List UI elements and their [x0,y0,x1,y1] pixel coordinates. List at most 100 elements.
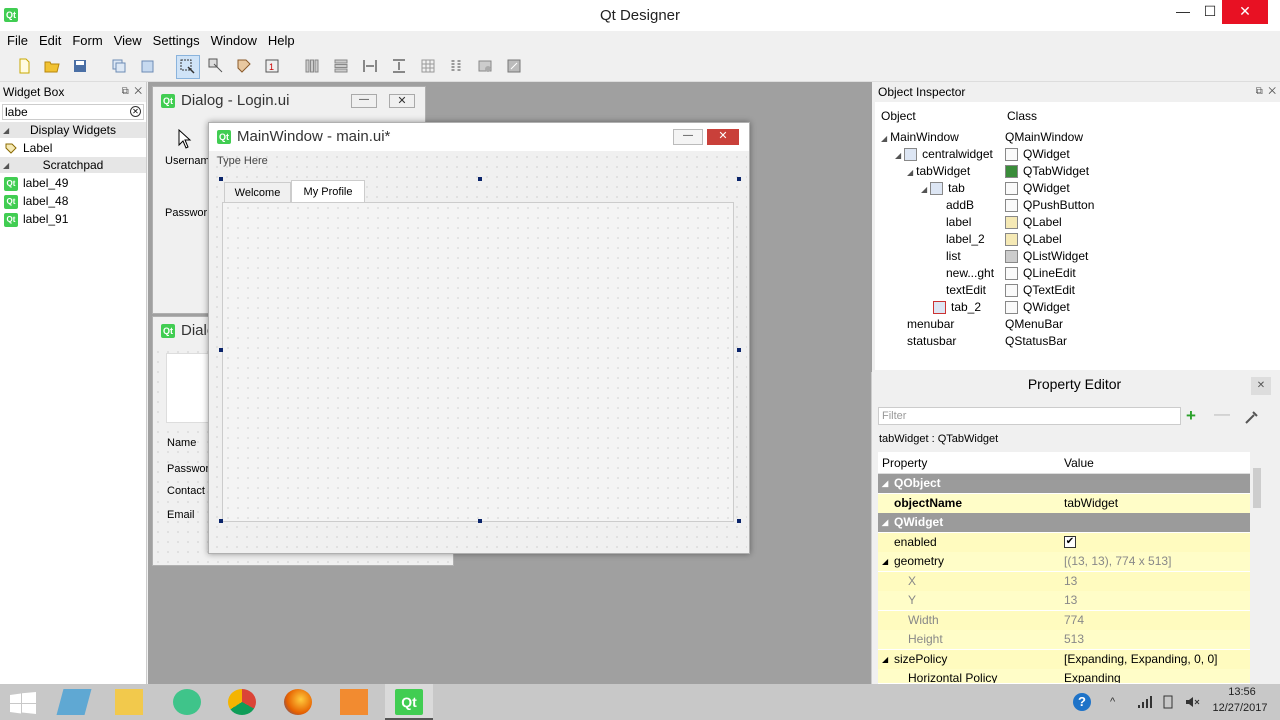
object-name[interactable]: label [946,214,971,231]
close-panel-icon[interactable]: ✕ [134,86,142,97]
tray-chevron-icon[interactable]: ^ [1110,696,1115,708]
add-property-icon[interactable]: + [1186,406,1196,426]
property-value[interactable]: 13 [1064,572,1077,591]
scratchpad-item[interactable]: Qt label_48 [0,192,146,210]
battery-icon[interactable] [1160,694,1176,710]
category-scratchpad[interactable]: ◢ Scratchpad [0,157,146,174]
property-row[interactable]: Y 13 [878,591,1250,611]
scratchpad-item[interactable]: Qt label_49 [0,174,146,192]
selection-handle[interactable] [219,348,223,352]
taskbar-app-firefox[interactable] [274,684,322,720]
selection-handle[interactable] [737,177,741,181]
property-row[interactable]: objectName tabWidget [878,494,1250,514]
subwin-close-button[interactable]: ✕ [707,129,739,145]
help-tray-icon[interactable]: ? [1073,693,1091,711]
property-row[interactable]: ◢ geometry [(13, 13), 774 x 513] [878,552,1250,572]
category-display-widgets[interactable]: ◢ Display Widgets [0,122,146,139]
property-value[interactable]: [(13, 13), 774 x 513] [1064,552,1171,571]
property-row[interactable]: ◢ sizePolicy [Expanding, Expanding, 0, 0] [878,650,1250,670]
object-name[interactable]: menubar [907,316,954,333]
object-name[interactable]: list [946,248,961,265]
open-folder-icon[interactable] [44,58,60,74]
property-row[interactable]: Horizontal Policy Expanding [878,669,1250,684]
layout-splitter-h-icon[interactable] [362,58,378,74]
tree-row-centralwidget[interactable]: ◢ centralwidget [895,146,993,163]
object-name[interactable]: new...ght [946,265,994,282]
menu-view[interactable]: View [110,31,146,50]
taskbar-app-orange[interactable] [330,684,378,720]
adjust-size-icon[interactable] [506,58,522,74]
menu-edit[interactable]: Edit [35,31,65,50]
property-scrollbar[interactable] [1252,454,1262,682]
selection-handle[interactable] [478,177,482,181]
save-icon[interactable] [72,58,88,74]
main-window-form[interactable]: Qt MainWindow - main.ui* — ✕ Type Here We… [208,122,750,554]
scrollbar-thumb[interactable] [1253,468,1261,508]
close-button[interactable]: ✕ [1222,0,1268,24]
layout-form-icon[interactable] [448,58,464,74]
network-icon[interactable] [1136,694,1152,710]
property-group-qwidget[interactable]: ◢ QWidget [878,513,1250,533]
menu-window[interactable]: Window [207,31,261,50]
layout-horizontal-icon[interactable] [304,58,320,74]
paste-icon[interactable] [139,58,155,74]
edit-signals-icon[interactable] [208,58,224,74]
taskbar-app-explorer[interactable] [105,684,153,720]
property-value[interactable]: 774 [1064,611,1084,630]
clock-date[interactable]: 12/27/2017 [1204,702,1276,714]
menu-help[interactable]: Help [264,31,299,50]
property-value[interactable]: [Expanding, Expanding, 0, 0] [1064,650,1217,669]
layout-vertical-icon[interactable] [333,58,349,74]
close-panel-icon[interactable]: ✕ [1268,86,1276,97]
tab-welcome[interactable]: Welcome [224,182,291,202]
edit-widgets-button[interactable] [176,55,200,79]
property-value[interactable]: Expanding [1064,669,1121,683]
menu-settings[interactable]: Settings [149,31,204,50]
enabled-checkbox[interactable]: ✔ [1064,536,1076,548]
scratchpad-item[interactable]: Qt label_91 [0,210,146,228]
object-name[interactable]: label_2 [946,231,985,248]
float-icon[interactable]: ⧉ [1256,86,1263,97]
property-filter-input[interactable]: Filter [878,407,1181,425]
taskbar-app-chrome[interactable] [218,684,266,720]
property-row[interactable]: Width 774 [878,611,1250,631]
selection-handle[interactable] [737,348,741,352]
column-header-value[interactable]: Value [1064,456,1094,470]
selection-handle[interactable] [219,177,223,181]
tree-row-mainwindow[interactable]: ◢ MainWindow [881,129,959,146]
tree-row-tab[interactable]: ◢ tab [921,180,965,197]
property-group-qobject[interactable]: ◢ QObject [878,474,1250,494]
widget-item-label[interactable]: Label [0,139,146,157]
selection-handle[interactable] [737,519,741,523]
clear-search-icon[interactable]: ✕ [130,106,141,117]
configure-wrench-icon[interactable] [1243,408,1261,426]
remove-property-icon[interactable]: — [1214,406,1230,424]
object-name[interactable]: addB [946,197,974,214]
menu-form[interactable]: Form [68,31,106,50]
copy-icon[interactable] [111,58,127,74]
selection-handle[interactable] [219,519,223,523]
new-file-icon[interactable] [16,58,32,74]
property-value[interactable]: 513 [1064,630,1084,649]
edit-tab-order-icon[interactable]: 1 [264,58,280,74]
taskbar-app-notepad[interactable] [50,684,98,720]
volume-muted-icon[interactable] [1184,694,1200,710]
property-row[interactable]: enabled ✔ [878,533,1250,553]
object-name[interactable]: statusbar [907,333,956,350]
subwin-minimize-button[interactable]: — [351,94,377,108]
clock-time[interactable]: 13:56 [1212,686,1272,698]
subwin-minimize-button[interactable]: — [673,129,703,145]
taskbar-app-qtdesigner[interactable]: Qt [385,684,433,720]
close-panel-icon[interactable]: ✕ [1251,377,1271,395]
property-row[interactable]: X 13 [878,572,1250,592]
layout-splitter-v-icon[interactable] [391,58,407,74]
menu-file[interactable]: File [3,31,32,50]
edit-buddies-icon[interactable] [236,58,252,74]
object-name[interactable]: textEdit [946,282,986,299]
column-header-property[interactable]: Property [882,456,927,470]
float-icon[interactable]: ⧉ [122,86,129,97]
break-layout-icon[interactable] [477,58,493,74]
column-header-class[interactable]: Class [1007,109,1037,123]
tab-my-profile[interactable]: My Profile [291,180,365,202]
taskbar-app-atom[interactable] [163,684,211,720]
